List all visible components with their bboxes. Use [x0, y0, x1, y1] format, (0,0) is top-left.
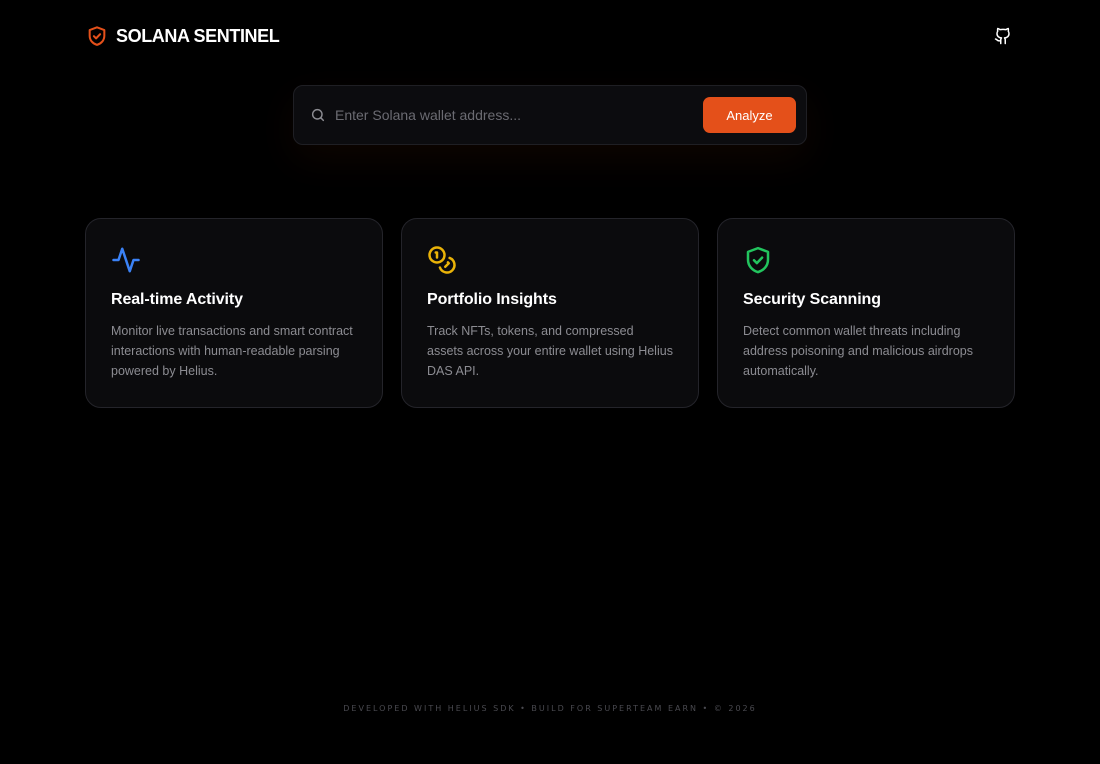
card-description: Track NFTs, tokens, and compressed asset…: [427, 324, 673, 378]
search-icon: [310, 107, 326, 123]
app-title: SOLANA SENTINEL: [116, 25, 280, 46]
shield-check-icon: [743, 245, 773, 275]
card-title: Portfolio Insights: [427, 291, 557, 308]
activity-icon: [111, 245, 141, 275]
card-title: Real-time Activity: [111, 291, 243, 308]
header: SOLANA SENTINEL: [86, 22, 1014, 50]
coins-icon: [427, 245, 457, 275]
feature-card-portfolio-insights: Portfolio Insights Track NFTs, tokens, a…: [401, 218, 699, 408]
card-title: Security Scanning: [743, 291, 881, 308]
feature-card-realtime-activity: Real-time Activity Monitor live transact…: [85, 218, 383, 408]
github-link[interactable]: [992, 25, 1014, 47]
wallet-address-input[interactable]: [335, 97, 703, 133]
card-description: Detect common wallet threats including a…: [743, 324, 973, 378]
feature-cards: Real-time Activity Monitor live transact…: [85, 218, 1015, 408]
footer: DEVELOPED WITH HELIUS SDK • BUILD FOR SU…: [343, 704, 757, 713]
card-description: Monitor live transactions and smart cont…: [111, 324, 353, 378]
brand[interactable]: SOLANA SENTINEL: [86, 24, 280, 48]
page: SOLANA SENTINEL Analyze: [0, 0, 1100, 764]
analyze-button[interactable]: Analyze: [703, 97, 796, 133]
search-bar: Analyze: [293, 85, 807, 145]
shield-check-icon: [86, 24, 108, 48]
github-icon: [994, 27, 1012, 45]
feature-card-security-scanning: Security Scanning Detect common wallet t…: [717, 218, 1015, 408]
